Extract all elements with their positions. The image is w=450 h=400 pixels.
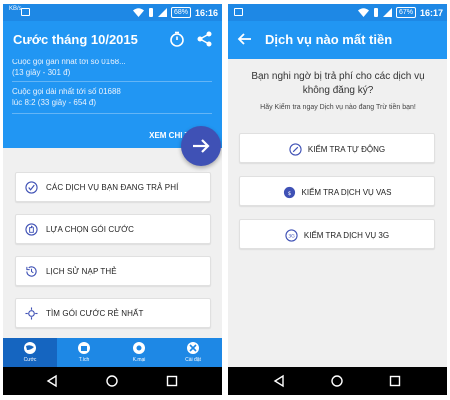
back-arrow-icon[interactable] [236, 30, 254, 48]
vas-icon: $ [283, 186, 295, 198]
globe-icon [24, 342, 36, 354]
back-nav-icon[interactable] [272, 374, 286, 388]
image-notification-icon [234, 8, 243, 16]
system-nav-bar [3, 367, 222, 395]
recents-nav-icon[interactable] [388, 374, 402, 388]
latest-call-detail: (13 giây - 301 đ) [12, 68, 71, 77]
tools-icon [187, 342, 199, 354]
signal-icon [382, 8, 392, 17]
3g-check-button[interactable]: 3G KIỂM TRA DỊCH VỤ 3G [239, 219, 435, 249]
home-nav-icon[interactable] [330, 374, 344, 388]
menu-label: LỰA CHỌN GÓI CƯỚC [46, 225, 135, 234]
menu-label: TÌM GÓI CƯỚC RẺ NHẤT [46, 309, 144, 318]
3g-icon: 3G [285, 228, 298, 242]
network-speed-indicator: KB/s [9, 6, 22, 12]
recents-nav-icon[interactable] [165, 374, 179, 388]
svg-text:$: $ [287, 190, 291, 196]
image-notification-icon [21, 8, 30, 16]
back-nav-icon[interactable] [45, 374, 59, 388]
tab-promotions[interactable]: K.mại [112, 338, 166, 367]
vibrate-icon [373, 8, 378, 17]
status-bar: 67% 16:17 [228, 4, 447, 21]
button-label: KIỂM TRA DỊCH VỤ 3G [303, 230, 390, 240]
arrow-right-icon [193, 139, 210, 153]
bottom-tab-bar: Cước T.ích K.mại Cài đặt [3, 338, 222, 367]
card-divider [12, 113, 212, 114]
clock: 16:16 [194, 7, 218, 18]
button-label: KIỂM TRA DỊCH VỤ VAS [301, 187, 392, 197]
longest-call-detail: lúc 8:2 (33 giây - 654 đ) [12, 98, 97, 107]
vibrate-icon [148, 8, 153, 17]
clock: 16:17 [419, 7, 443, 18]
system-nav-bar [228, 367, 447, 395]
longest-call-text: Cuộc gọi dài nhất tới số 01688 [12, 87, 121, 96]
auto-check-icon [289, 142, 302, 156]
cheapest-package-button[interactable]: TÌM GÓI CƯỚC RẺ NHẤT [15, 298, 211, 328]
topup-history-button[interactable]: LỊCH SỬ NẠP THẺ [15, 256, 211, 286]
wifi-icon [132, 8, 144, 17]
signal-icon [157, 8, 167, 17]
card-divider [12, 81, 212, 82]
check-circle-icon [25, 181, 38, 194]
screen-charged-services: 67% 16:17 Dịch vụ nào mất tiền Bạn nghi … [228, 4, 447, 395]
tab-charges[interactable]: Cước [3, 338, 57, 367]
home-nav-icon[interactable] [105, 374, 119, 388]
page-title: Dịch vụ nào mất tiền [265, 32, 393, 47]
hint-text: Hãy Kiểm tra ngay Dịch vụ nào đang Trừ t… [260, 104, 416, 111]
search-package-icon [25, 307, 38, 320]
vas-check-button[interactable]: $ KIỂM TRA DỊCH VỤ VAS [239, 176, 435, 206]
menu-label: LỊCH SỬ NẠP THẺ [46, 267, 117, 276]
gift-icon [78, 342, 90, 354]
timer-icon[interactable] [168, 30, 186, 48]
svg-text:3G: 3G [288, 233, 295, 239]
question-text: Bạn nghi ngờ bị trả phí cho các dịch vụ … [251, 71, 425, 96]
app-bar: Dịch vụ nào mất tiền [228, 21, 447, 59]
tab-settings[interactable]: Cài đặt [166, 338, 220, 367]
history-icon [26, 266, 37, 277]
auto-check-button[interactable]: KIỂM TRA TỰ ĐỘNG [239, 133, 435, 163]
latest-call-text: Cuộc gọi gần nhất tới số 0168... [12, 59, 126, 66]
promo-icon [133, 342, 145, 354]
tab-label: T.ích [78, 357, 90, 363]
screen-monthly-charges: KB/s 68% 16:16 Cước tháng 10/2015 Cuộc g… [3, 4, 222, 395]
paid-services-button[interactable]: CÁC DỊCH VỤ BẠN ĐANG TRẢ PHÍ [15, 172, 211, 202]
wifi-icon [357, 8, 369, 17]
tab-label: Cước [23, 357, 37, 363]
share-icon[interactable] [196, 30, 214, 48]
button-label: KIỂM TRA TỰ ĐỘNG [307, 144, 386, 154]
battery-indicator: 68% [170, 7, 191, 18]
page-title: Cước tháng 10/2015 [13, 32, 138, 47]
tab-utilities[interactable]: T.ích [57, 338, 111, 367]
next-fab-button[interactable] [181, 126, 221, 166]
status-bar: KB/s 68% 16:16 [3, 4, 222, 21]
tab-label: Cài đặt [185, 357, 201, 363]
menu-label: CÁC DỊCH VỤ BẠN ĐANG TRẢ PHÍ [46, 183, 179, 192]
battery-indicator: 67% [395, 7, 416, 18]
app-bar: Cước tháng 10/2015 [3, 21, 222, 59]
tab-label: K.mại [132, 357, 146, 363]
hand-icon [25, 223, 38, 236]
choose-package-button[interactable]: LỰA CHỌN GÓI CƯỚC [15, 214, 211, 244]
